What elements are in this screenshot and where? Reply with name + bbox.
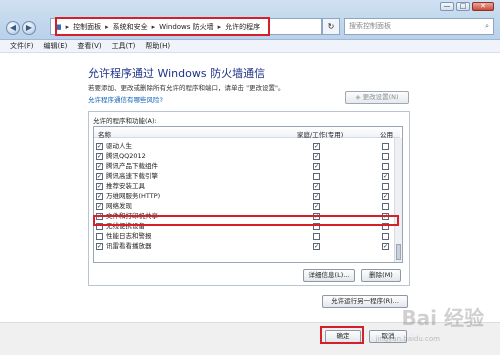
program-name: 腾讯QQ2012 xyxy=(106,152,146,160)
home-checkbox[interactable]: ✓ xyxy=(313,163,320,170)
watermark-logo: Bai 经验 xyxy=(401,306,484,330)
allowed-programs-group: 允许的程序和功能(A): 名称 家庭/工作(专用) 公用 ✓ 驱动人生 ✓ ✓ 腾讯QQ… xyxy=(88,111,410,286)
menu-bar: 文件(F) 编辑(E) 查看(V) 工具(T) 帮助(H) xyxy=(0,40,500,53)
title-bar: — □ ✕ ◀ ▶ ■ ▸ 控制面板 ▸ 系统和安全 ▸ Windows 防火墙… xyxy=(0,0,500,40)
table-row[interactable]: ✓ 讯雷看看播放器 ✓ ✓ xyxy=(94,242,394,251)
change-settings-label: 更改设置(N) xyxy=(362,93,399,101)
menu-tools[interactable]: 工具(T) xyxy=(112,41,136,51)
public-checkbox[interactable]: ✓ xyxy=(382,243,389,250)
table-row[interactable]: ✓ 万维网服务(HTTP) ✓ ✓ xyxy=(94,192,394,201)
table-row[interactable]: ✓ 推荐安装工具 ✓ xyxy=(94,182,394,191)
list-header: 名称 家庭/工作(专用) 公用 xyxy=(94,127,400,139)
programs-list[interactable]: 名称 家庭/工作(专用) 公用 ✓ 驱动人生 ✓ ✓ 腾讯QQ2012 ✓ ✓ 腾讯产品下载组… xyxy=(93,126,403,263)
back-arrow-icon[interactable]: ◀ xyxy=(6,21,20,35)
program-name: 网络发现 xyxy=(106,202,132,210)
program-name: 驱动人生 xyxy=(106,142,132,150)
refresh-icon[interactable]: ↻ xyxy=(322,18,340,35)
home-checkbox[interactable] xyxy=(313,233,320,240)
menu-edit[interactable]: 编辑(E) xyxy=(44,41,68,51)
public-checkbox[interactable] xyxy=(382,183,389,190)
page-description: 若要添加、更改或删除所有允许的程序和端口，请单击 "更改设置"。 xyxy=(88,84,285,92)
program-name: 推荐安装工具 xyxy=(106,182,145,190)
forward-arrow-icon[interactable]: ▶ xyxy=(22,21,36,35)
menu-file[interactable]: 文件(F) xyxy=(10,41,34,51)
table-row[interactable]: ✓ 腾讯产品下载组件 ✓ xyxy=(94,162,394,171)
enable-checkbox[interactable] xyxy=(96,233,103,240)
program-name: 万维网服务(HTTP) xyxy=(106,192,161,200)
shield-icon: ◈ xyxy=(355,93,361,101)
search-icon[interactable]: ⌕ xyxy=(485,19,489,34)
home-checkbox[interactable]: ✓ xyxy=(313,183,320,190)
home-checkbox[interactable]: ✓ xyxy=(313,143,320,150)
watermark-url: jingyan.baidu.com xyxy=(375,335,440,343)
group-title: 允许的程序和功能(A): xyxy=(93,117,157,125)
window-controls: — □ ✕ xyxy=(440,2,494,11)
table-row[interactable]: 性能日志和警报 xyxy=(94,232,394,241)
enable-checkbox[interactable]: ✓ xyxy=(96,173,103,180)
home-checkbox[interactable] xyxy=(313,173,320,180)
column-public[interactable]: 公用 xyxy=(380,129,393,139)
public-checkbox[interactable] xyxy=(382,153,389,160)
program-name: 腾讯产品下载组件 xyxy=(106,162,158,170)
enable-checkbox[interactable]: ✓ xyxy=(96,243,103,250)
column-name[interactable]: 名称 xyxy=(98,129,111,139)
home-checkbox[interactable]: ✓ xyxy=(313,193,320,200)
program-name: 性能日志和警报 xyxy=(106,232,152,240)
public-checkbox[interactable] xyxy=(382,143,389,150)
enable-checkbox[interactable]: ✓ xyxy=(96,183,103,190)
home-checkbox[interactable]: ✓ xyxy=(313,153,320,160)
main-content: 允许程序通过 Windows 防火墙通信 若要添加、更改或删除所有允许的程序和端… xyxy=(0,54,500,322)
public-checkbox[interactable] xyxy=(382,233,389,240)
home-checkbox[interactable]: ✓ xyxy=(313,243,320,250)
remove-button[interactable]: 删除(M) xyxy=(361,269,401,282)
public-checkbox[interactable] xyxy=(382,203,389,210)
change-settings-button[interactable]: ◈ 更改设置(N) xyxy=(345,91,409,104)
page-title: 允许程序通过 Windows 防火墙通信 xyxy=(88,67,266,80)
table-row[interactable]: ✓ 腾讯QQ2012 ✓ xyxy=(94,152,394,161)
scrollbar-thumb[interactable] xyxy=(396,244,401,260)
maximize-button[interactable]: □ xyxy=(456,2,470,11)
table-row[interactable]: ✓ 网络发现 ✓ xyxy=(94,202,394,211)
table-row[interactable]: ✓ 腾讯高速下载引擎 ✓ xyxy=(94,172,394,181)
list-scrollbar[interactable] xyxy=(394,138,402,262)
enable-checkbox[interactable]: ✓ xyxy=(96,203,103,210)
enable-checkbox[interactable]: ✓ xyxy=(96,143,103,150)
menu-help[interactable]: 帮助(H) xyxy=(145,41,170,51)
search-input[interactable]: 搜索控制面板 ⌕ xyxy=(344,18,494,35)
enable-checkbox[interactable]: ✓ xyxy=(96,193,103,200)
public-checkbox[interactable]: ✓ xyxy=(382,193,389,200)
enable-checkbox[interactable]: ✓ xyxy=(96,163,103,170)
menu-view[interactable]: 查看(V) xyxy=(77,41,101,51)
risk-link[interactable]: 允许程序通信有哪些风险? xyxy=(88,94,163,104)
close-button[interactable]: ✕ xyxy=(472,2,494,11)
search-placeholder: 搜索控制面板 xyxy=(349,22,391,30)
address-highlight xyxy=(55,17,270,36)
public-checkbox[interactable] xyxy=(382,163,389,170)
program-name: 腾讯高速下载引擎 xyxy=(106,172,158,180)
enable-checkbox[interactable]: ✓ xyxy=(96,153,103,160)
details-button[interactable]: 详细信息(L)... xyxy=(303,269,355,282)
column-home[interactable]: 家庭/工作(专用) xyxy=(297,129,343,139)
public-checkbox[interactable]: ✓ xyxy=(382,173,389,180)
ok-button-highlight xyxy=(320,326,364,344)
allow-another-program-button[interactable]: 允许运行另一程序(R)... xyxy=(322,295,408,308)
minimize-button[interactable]: — xyxy=(440,2,454,11)
table-row[interactable]: ✓ 驱动人生 ✓ xyxy=(94,142,394,151)
home-checkbox[interactable]: ✓ xyxy=(313,203,320,210)
program-name: 讯雷看看播放器 xyxy=(106,242,152,250)
file-printer-sharing-highlight xyxy=(93,215,399,226)
